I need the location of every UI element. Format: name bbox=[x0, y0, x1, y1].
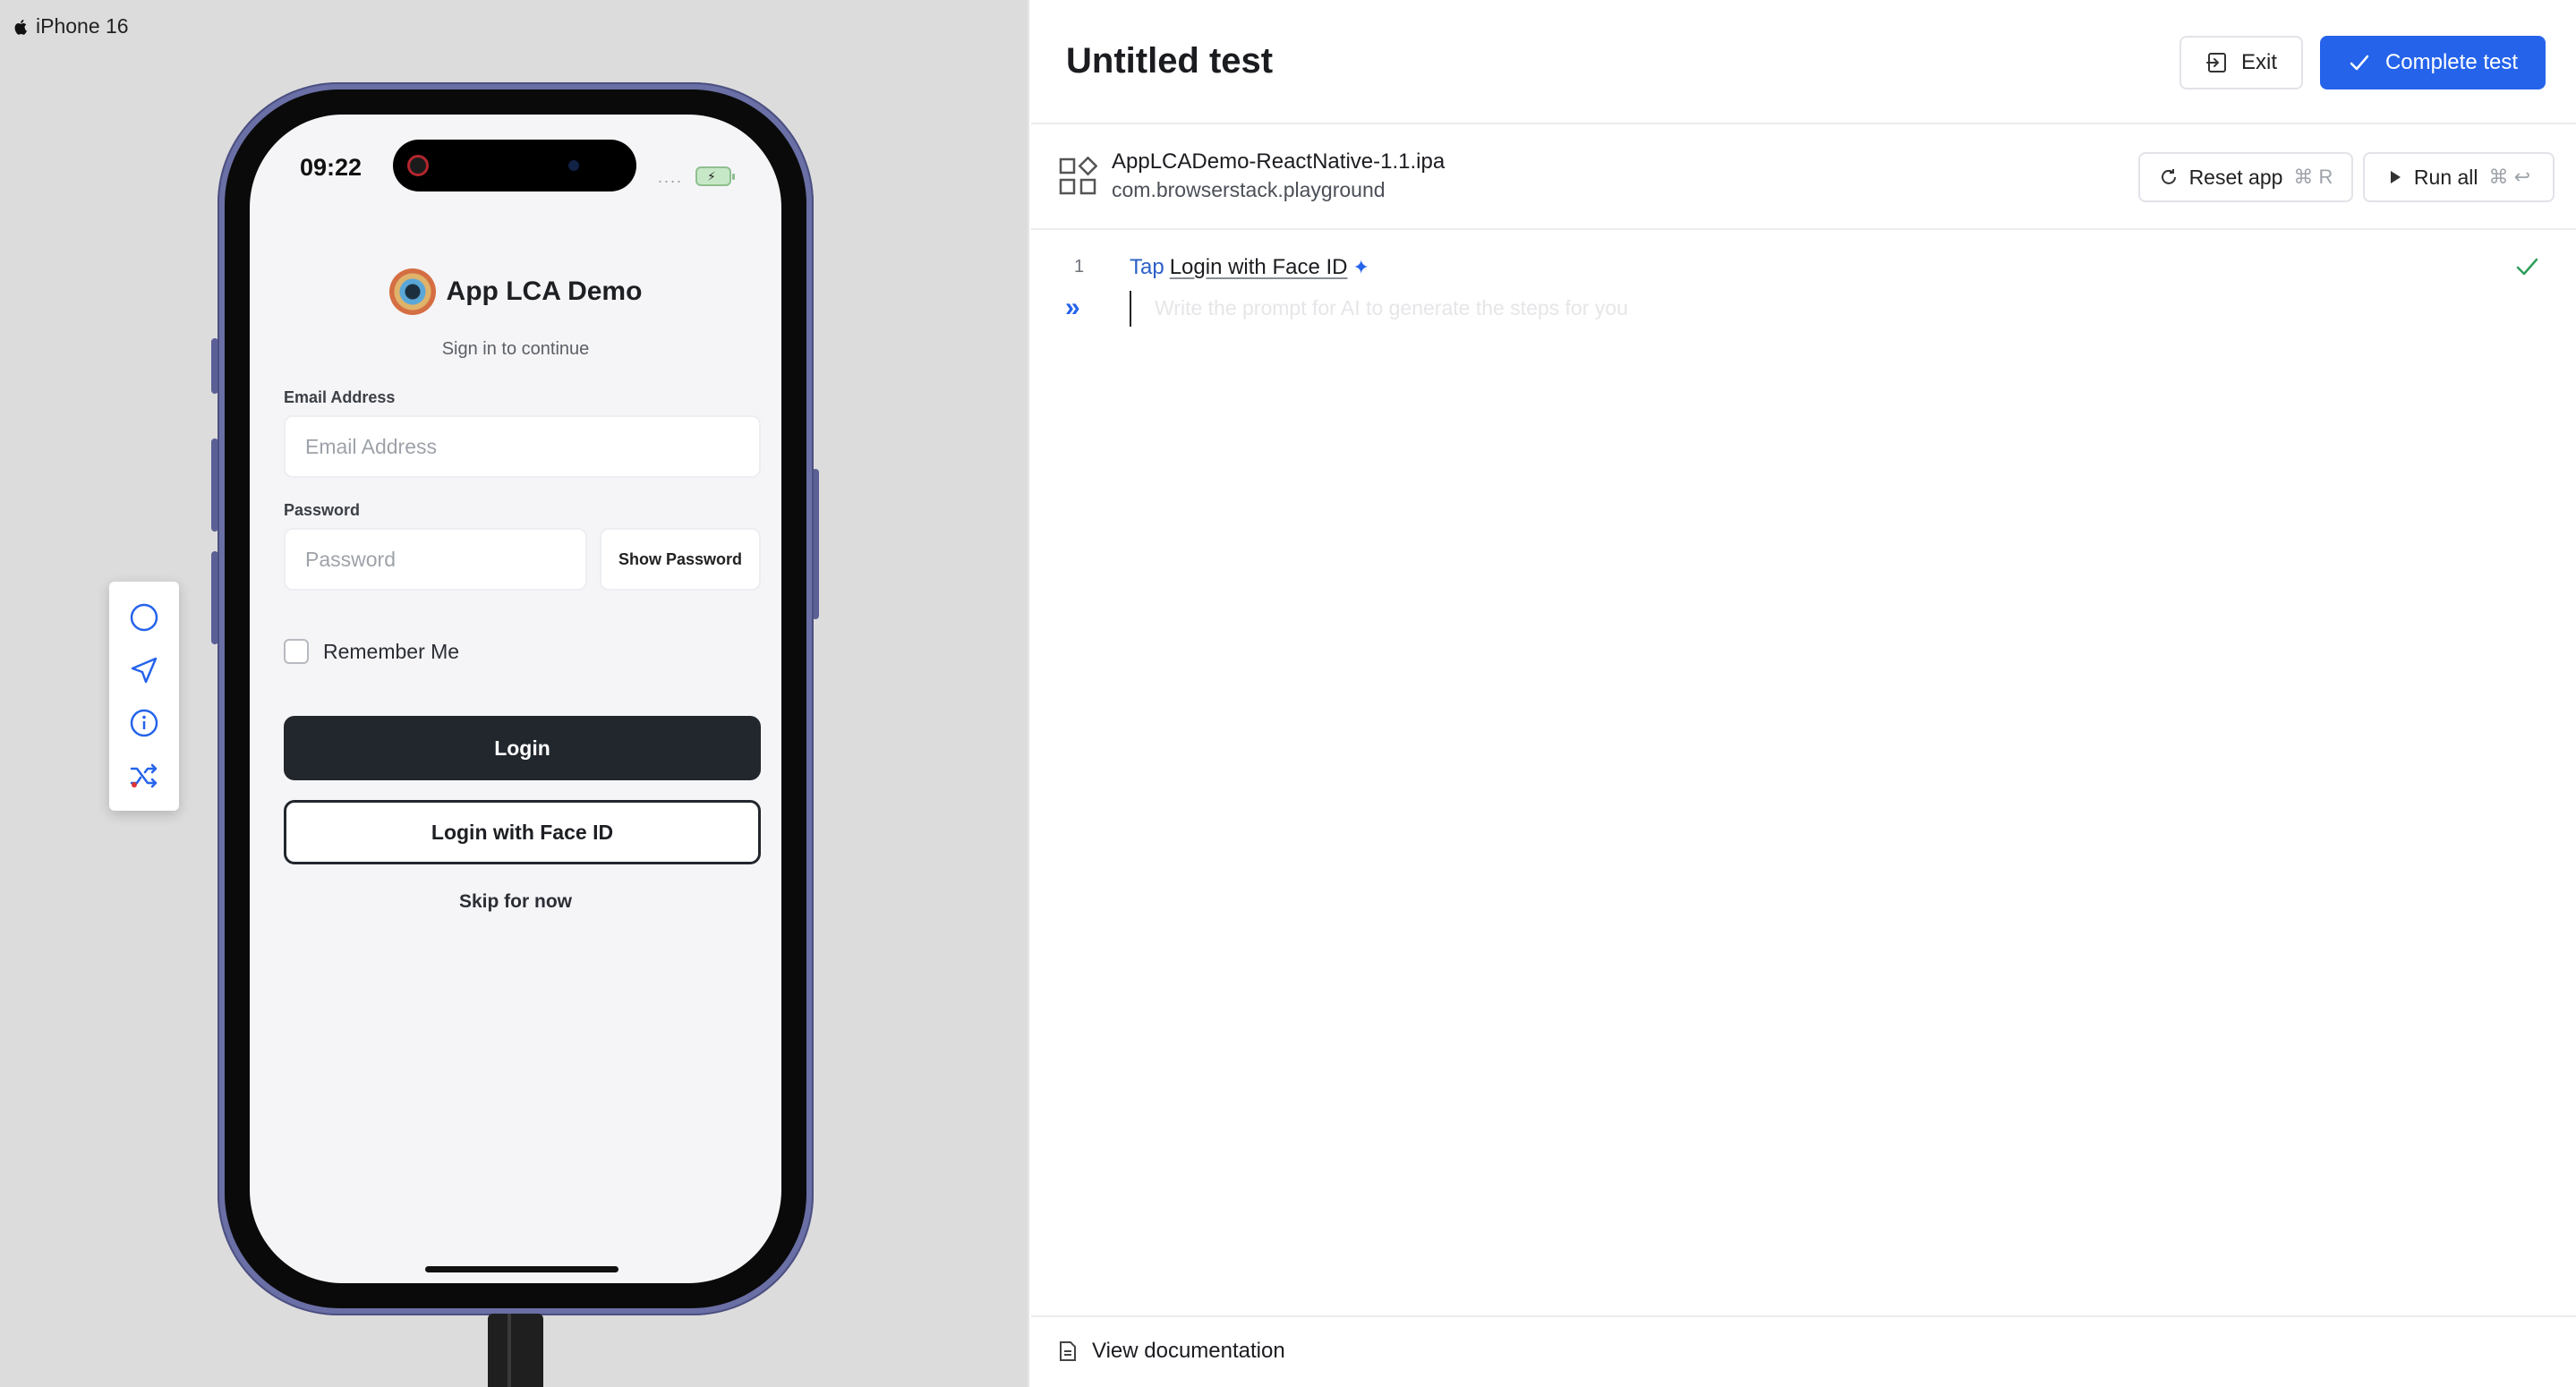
reset-app-button[interactable]: Reset app ⌘ R bbox=[2138, 152, 2353, 202]
check-icon bbox=[2350, 55, 2369, 71]
status-time: 09:22 bbox=[300, 154, 363, 181]
app-file-name: AppLCADemo-ReactNative-1.1.ipa bbox=[1112, 149, 1446, 174]
remember-me[interactable]: Remember Me bbox=[284, 639, 459, 664]
step-action: Tap bbox=[1130, 255, 1164, 279]
skip-link[interactable]: Skip for now bbox=[250, 891, 781, 913]
complete-test-button[interactable]: Complete test bbox=[2320, 36, 2546, 89]
battery-icon: ⚡ bbox=[695, 166, 735, 186]
remember-me-label: Remember Me bbox=[323, 639, 460, 663]
run-shortcut: ⌘ ↩ bbox=[2488, 166, 2531, 188]
page-title[interactable]: Untitled test bbox=[1066, 41, 1273, 81]
password-label: Password bbox=[284, 501, 361, 519]
test-editor-panel: Untitled test Exit Complete test AppLCAD… bbox=[1031, 0, 2576, 1387]
location-button[interactable] bbox=[124, 651, 164, 690]
reset-app-label: Reset app bbox=[2188, 165, 2283, 189]
home-indicator[interactable] bbox=[425, 1266, 618, 1272]
device-toolbar bbox=[109, 582, 179, 811]
step-target[interactable]: Login with Face ID bbox=[1170, 255, 1348, 280]
play-icon bbox=[2390, 171, 2401, 183]
email-field[interactable]: Email Address bbox=[284, 415, 761, 478]
login-button[interactable]: Login bbox=[284, 716, 761, 780]
status-bar: 09:22 .... ⚡ bbox=[250, 115, 781, 222]
view-documentation-link[interactable]: View documentation bbox=[1058, 1339, 1285, 1364]
dynamic-island bbox=[393, 140, 636, 191]
header-bar: Untitled test Exit Complete test bbox=[1031, 0, 2576, 124]
app-logo bbox=[388, 268, 436, 315]
show-password-button[interactable]: Show Password bbox=[600, 528, 761, 591]
app-header: App LCA Demo bbox=[250, 268, 781, 315]
refresh-icon bbox=[2161, 169, 2176, 184]
app-bundle-id: com.browserstack.playground bbox=[1112, 178, 1386, 201]
device-label: iPhone 16 bbox=[13, 14, 129, 38]
phone-bezel: 09:22 .... ⚡ App LCA Demo Sign in to con… bbox=[225, 89, 806, 1308]
ai-sparkle-icon: ✦ bbox=[1352, 256, 1369, 278]
app-subtitle: Sign in to continue bbox=[441, 339, 590, 359]
email-label: Email Address bbox=[284, 388, 396, 406]
step-editor[interactable]: 1 Tap Login with Face ID ✦ » Write the p… bbox=[1031, 230, 2576, 1313]
usb-cable bbox=[488, 1314, 543, 1387]
exit-icon bbox=[2205, 53, 2226, 72]
apple-icon bbox=[14, 19, 27, 35]
reset-shortcut: ⌘ R bbox=[2293, 166, 2333, 188]
phone-screen: 09:22 .... ⚡ App LCA Demo Sign in to con… bbox=[250, 115, 781, 1283]
step-passed-icon bbox=[2516, 258, 2538, 276]
circle-home-icon bbox=[130, 603, 158, 631]
iphone-frame: 09:22 .... ⚡ App LCA Demo Sign in to con… bbox=[218, 82, 814, 1315]
complete-test-label: Complete test bbox=[2384, 50, 2519, 74]
footer: View documentation bbox=[1031, 1315, 2576, 1387]
exit-label: Exit bbox=[2240, 50, 2277, 74]
prompt-chevron-icon: » bbox=[1065, 293, 1080, 322]
prompt-input[interactable]: Write the prompt for AI to generate the … bbox=[1130, 291, 2472, 327]
step-row[interactable]: Tap Login with Face ID ✦ bbox=[1130, 255, 1369, 280]
app-grid-icon bbox=[1059, 157, 1097, 195]
camera-icon bbox=[568, 160, 579, 171]
device-name: iPhone 16 bbox=[36, 14, 129, 38]
exit-button[interactable]: Exit bbox=[2179, 36, 2303, 89]
recording-indicator-icon bbox=[407, 155, 429, 176]
run-all-button[interactable]: Run all ⌘ ↩ bbox=[2363, 152, 2555, 202]
step-number: 1 bbox=[1074, 257, 1085, 277]
shuffle-icon bbox=[130, 763, 158, 787]
app-info-bar: AppLCADemo-ReactNative-1.1.ipa com.brows… bbox=[1031, 124, 2576, 230]
signal-icon: .... bbox=[657, 168, 683, 186]
remember-me-checkbox[interactable] bbox=[284, 639, 309, 664]
password-field[interactable]: Password bbox=[284, 528, 587, 591]
view-documentation-label: View documentation bbox=[1092, 1339, 1285, 1363]
info-button[interactable] bbox=[124, 703, 164, 743]
device-panel: iPhone 16 09:22 .... ⚡ App LCA Demo Sign… bbox=[0, 0, 1029, 1387]
run-all-label: Run all bbox=[2413, 165, 2478, 189]
home-button[interactable] bbox=[124, 598, 164, 637]
info-icon bbox=[130, 709, 158, 736]
shuffle-button[interactable] bbox=[124, 756, 164, 796]
login-face-id-button[interactable]: Login with Face ID bbox=[284, 800, 761, 864]
document-icon bbox=[1060, 1341, 1076, 1361]
app-title: App LCA Demo bbox=[446, 277, 643, 306]
location-arrow-icon bbox=[131, 657, 158, 683]
